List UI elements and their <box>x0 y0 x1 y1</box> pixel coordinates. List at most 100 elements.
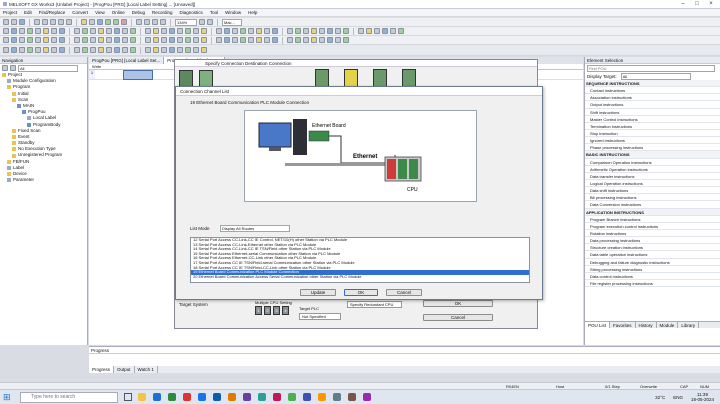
plc-module-icon[interactable] <box>315 69 329 87</box>
toolbar-tool-icon[interactable] <box>3 37 9 43</box>
instruction-category[interactable]: SEQUENCE INSTRUCTIONS <box>585 80 720 88</box>
toolbar-tool-icon[interactable] <box>248 37 254 43</box>
toolbar-tool-icon[interactable] <box>98 47 104 53</box>
bg-cancel-button[interactable]: Cancel <box>423 314 493 321</box>
toolbar-tool-icon[interactable] <box>43 37 49 43</box>
taskbar-app-icon[interactable] <box>198 393 206 401</box>
toolbar-tool-icon[interactable] <box>161 28 167 34</box>
toolbar-tool-icon[interactable] <box>295 37 301 43</box>
taskbar-app-icon[interactable] <box>258 393 266 401</box>
toolbar-tool-icon[interactable] <box>161 47 167 53</box>
toolbar-tool-icon[interactable] <box>311 28 317 34</box>
toolbar-tool-icon[interactable] <box>90 47 96 53</box>
toolbar-tool-icon[interactable] <box>272 28 278 34</box>
instruction-group[interactable]: Debugging and failure diagnostic instruc… <box>585 258 720 266</box>
toolbar-tool-icon[interactable] <box>145 37 151 43</box>
menu-find-replace[interactable]: Find/Replace <box>39 10 66 15</box>
toolbar-tool-icon[interactable] <box>19 47 25 53</box>
toolbar-tool-icon[interactable] <box>122 37 128 43</box>
toolbar-tool-icon[interactable] <box>59 28 65 34</box>
toolbar-tool-icon[interactable] <box>51 28 57 34</box>
toolbar-tool-icon[interactable] <box>153 47 159 53</box>
instruction-group[interactable]: Termination instructions <box>585 122 720 130</box>
toolbar-tool-icon[interactable] <box>303 28 309 34</box>
display-target-select[interactable]: All <box>620 72 691 80</box>
open-icon[interactable] <box>11 19 17 25</box>
instruction-group[interactable]: Data control instructions <box>585 272 720 280</box>
element-tab[interactable]: History <box>635 322 657 328</box>
toolbar-tool-icon[interactable] <box>130 47 136 53</box>
taskbar-app-icon[interactable] <box>243 393 251 401</box>
cpu-number-button[interactable]: 3 <box>273 306 280 315</box>
taskbar-app-icon[interactable] <box>168 393 176 401</box>
toolbar-tool-icon[interactable] <box>358 28 364 34</box>
progress-tab[interactable]: Watch 1 <box>134 366 158 373</box>
taskbar-app-icon[interactable] <box>333 393 341 401</box>
instruction-group[interactable]: Bit processing instructions <box>585 194 720 202</box>
toolbar-tool-icon[interactable] <box>366 28 372 34</box>
maximize-icon[interactable]: □ <box>690 0 704 9</box>
taskbar-app-icon[interactable] <box>153 393 161 401</box>
copy-icon[interactable] <box>42 19 48 25</box>
toolbar-tool-icon[interactable] <box>224 28 230 34</box>
zoom-select[interactable]: 134% <box>175 18 197 26</box>
toolbar-tool-icon[interactable] <box>248 28 254 34</box>
toolbar-tool-icon[interactable] <box>185 28 191 34</box>
ladder-instruction-icon[interactable] <box>160 19 166 25</box>
zoom-out-icon[interactable] <box>207 19 213 25</box>
toolbar-tool-icon[interactable] <box>122 28 128 34</box>
toolbar-tool-icon[interactable] <box>327 37 333 43</box>
toolbar-tool-icon[interactable] <box>343 37 349 43</box>
list-mode-select[interactable]: Display All Routes <box>220 225 290 232</box>
route-item[interactable]: 20 Ethernet Board Communication Access S… <box>191 274 529 280</box>
toolbar-tool-icon[interactable] <box>90 37 96 43</box>
toolbar-tool-icon[interactable] <box>169 37 175 43</box>
toolbar-tool-icon[interactable] <box>82 47 88 53</box>
taskbar-app-icon[interactable] <box>288 393 296 401</box>
toolbar-tool-icon[interactable] <box>287 37 293 43</box>
ladder-coil-icon[interactable] <box>144 19 150 25</box>
save-icon[interactable] <box>19 19 25 25</box>
cut-icon[interactable] <box>34 19 40 25</box>
instruction-group[interactable]: Logical Operation instructions <box>585 179 720 188</box>
toolbar-tool-icon[interactable] <box>3 28 9 34</box>
new-icon[interactable] <box>3 19 9 25</box>
zoom-in-icon[interactable] <box>199 19 205 25</box>
instruction-group[interactable]: Stop instruction <box>585 129 720 138</box>
editor-tab[interactable]: ProgPou [PRG] [Local Label Set... <box>89 57 165 64</box>
toolbar-tool-icon[interactable] <box>153 37 159 43</box>
toolbar-tool-icon[interactable] <box>74 28 80 34</box>
taskbar-search-input[interactable] <box>20 391 118 403</box>
ok-button[interactable]: OK <box>344 289 378 296</box>
redo-icon[interactable] <box>66 19 72 25</box>
cpu-module-icon[interactable] <box>344 69 358 87</box>
toolbar-tool-icon[interactable] <box>59 37 65 43</box>
toolbar-tool-icon[interactable] <box>240 37 246 43</box>
find-icon[interactable] <box>81 19 87 25</box>
toolbar-tool-icon[interactable] <box>3 47 9 53</box>
toolbar-tool-icon[interactable] <box>193 28 199 34</box>
menu-convert[interactable]: Convert <box>72 10 88 15</box>
toolbar-tool-icon[interactable] <box>145 47 151 53</box>
taskbar-app-icon[interactable] <box>318 393 326 401</box>
toolbar-tool-icon[interactable] <box>264 28 270 34</box>
toolbar-tool-icon[interactable] <box>343 28 349 34</box>
toolbar-tool-icon[interactable] <box>256 28 262 34</box>
cpu-number-button[interactable]: 2 <box>264 306 271 315</box>
windows-start-icon[interactable]: ⊞ <box>3 391 17 403</box>
instruction-group[interactable]: Rotation instructions <box>585 229 720 238</box>
toolbar-tool-icon[interactable] <box>74 47 80 53</box>
instruction-group[interactable]: Shift instructions <box>585 108 720 116</box>
toolbar-tool-icon[interactable] <box>51 37 57 43</box>
toolbar-tool-icon[interactable] <box>177 28 183 34</box>
taskbar-app-icon[interactable] <box>348 393 356 401</box>
menu-diagnostics[interactable]: Diagnostics <box>180 10 203 15</box>
toolbar-tool-icon[interactable] <box>256 37 262 43</box>
toolbar-tool-icon[interactable] <box>43 28 49 34</box>
toolbar-tool-icon[interactable] <box>295 28 301 34</box>
instruction-group[interactable]: String processing instructions <box>585 265 720 273</box>
toolbar-tool-icon[interactable] <box>169 47 175 53</box>
toolbar-tool-icon[interactable] <box>169 28 175 34</box>
element-tab[interactable]: Module <box>656 322 679 328</box>
instruction-group[interactable]: File register processing instructions <box>585 279 720 288</box>
